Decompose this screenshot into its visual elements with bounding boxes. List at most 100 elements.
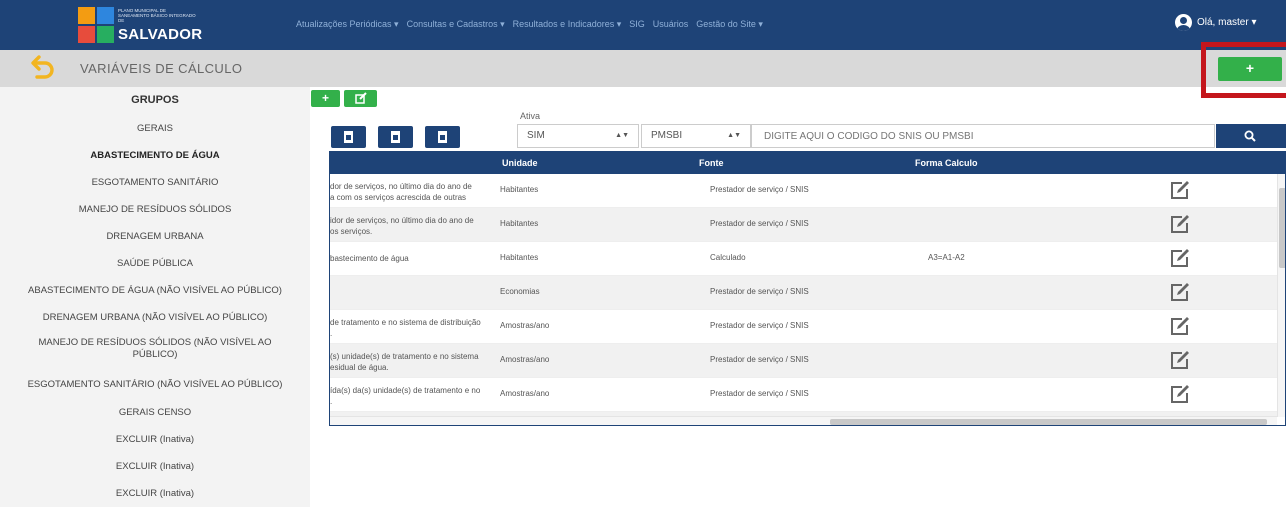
cell-fonte: Prestador de serviço / SNIS <box>710 355 809 364</box>
row-edit-icon[interactable] <box>1169 281 1191 303</box>
menu-gestao[interactable]: Gestão do Site ▾ <box>696 19 763 30</box>
table-row[interactable]: (s) unidade(s) de tratamento e no sistem… <box>330 344 1277 378</box>
cell-description-line: ída(s) da(s) unidade(s) de tratamento e … <box>330 386 481 395</box>
page-title: VARIÁVEIS DE CÁLCULO <box>80 61 243 76</box>
vertical-scroll-thumb[interactable] <box>1279 188 1285 268</box>
main-menu: Atualizações Periódicas ▾ Consultas e Ca… <box>296 19 763 30</box>
logo-subtitle: Plano Municipal de Saneamento Básico Int… <box>118 8 196 23</box>
export-word-button[interactable] <box>331 126 366 148</box>
user-avatar-icon <box>1175 14 1192 31</box>
variables-table: Unidade Fonte Forma Calculo dor de servi… <box>329 151 1286 426</box>
cell-fonte: Prestador de serviço / SNIS <box>710 321 809 330</box>
row-edit-icon[interactable] <box>1169 315 1191 337</box>
column-unidade: Unidade <box>502 158 538 168</box>
table-row[interactable]: bastecimento de água Habitantes Calculado A… <box>330 242 1277 276</box>
row-edit-icon[interactable] <box>1169 179 1191 201</box>
cell-fonte: Prestador de serviço / SNIS <box>710 219 809 228</box>
search-input[interactable] <box>751 124 1215 148</box>
edit-button[interactable] <box>344 90 377 107</box>
cell-unidade: Economias <box>500 287 540 296</box>
cell-fonte: Prestador de serviço / SNIS <box>710 389 809 398</box>
ativa-select[interactable]: SIM ▲▼ <box>517 124 639 148</box>
cell-description-line: de tratamento e no sistema de distribuiç… <box>330 318 481 327</box>
sidebar-item-drenagem[interactable]: DRENAGEM URBANA <box>5 231 305 243</box>
vertical-scrollbar[interactable] <box>1277 174 1285 417</box>
row-edit-icon[interactable] <box>1169 247 1191 269</box>
cell-description: dor de serviços, no último dia do ano de… <box>330 181 500 203</box>
cell-fonte: Calculado <box>710 253 746 262</box>
cell-description-line: a com os serviços acrescida de outras <box>330 193 467 202</box>
sidebar-item-excluir-3[interactable]: EXCLUIR (Inativa) <box>5 488 305 500</box>
menu-sig[interactable]: SIG <box>629 19 645 30</box>
highlight-annotation <box>1201 42 1286 98</box>
cell-description-line: bastecimento de água <box>330 254 409 263</box>
sidebar-item-saude[interactable]: SAÚDE PÚBLICA <box>5 258 305 270</box>
cell-description-line: esidual de água. <box>330 363 389 372</box>
menu-consultas[interactable]: Consultas e Cadastros ▾ <box>407 19 505 30</box>
cell-unidade: Habitantes <box>500 253 539 262</box>
site-logo[interactable]: Plano Municipal de Saneamento Básico Int… <box>78 6 202 44</box>
logo-tile-2 <box>97 7 114 24</box>
cell-unidade: Amostras/ano <box>500 355 550 364</box>
cell-description: de tratamento e no sistema de distribuiç… <box>330 317 500 339</box>
cell-description: ída(s) da(s) unidade(s) de tratamento e … <box>330 385 500 407</box>
cell-description-line: . <box>330 397 333 406</box>
table-row[interactable]: idor de serviços, no último dia do ano d… <box>330 208 1277 242</box>
cell-description-line: os serviços. <box>330 227 373 236</box>
title-bar: VARIÁVEIS DE CÁLCULO <box>0 50 1286 87</box>
user-greeting: Olá, master ▾ <box>1197 17 1257 28</box>
cell-description-line: (s) unidade(s) de tratamento e no sistem… <box>330 352 479 361</box>
select-arrows-icon: ▲▼ <box>727 132 741 139</box>
row-edit-icon[interactable] <box>1169 383 1191 405</box>
logo-title: SALVADOR <box>118 26 203 43</box>
column-fonte: Fonte <box>699 158 724 168</box>
cell-description-line: dor de serviços, no último dia do ano de <box>330 182 472 191</box>
back-arrow-icon[interactable] <box>31 55 55 81</box>
sidebar-item-drenagem-nao-visivel[interactable]: DRENAGEM URBANA (NÃO VISÍVEL AO PÚBLICO) <box>5 312 305 324</box>
cell-description: bastecimento de água <box>330 253 500 264</box>
search-button[interactable] <box>1216 124 1286 148</box>
sidebar-heading: GRUPOS <box>131 94 179 106</box>
table-row[interactable]: Economias Prestador de serviço / SNIS <box>330 276 1277 310</box>
sidebar-item-gerais-censo[interactable]: GERAIS CENSO <box>5 407 305 419</box>
sidebar-item-esgotamento-nao-visivel[interactable]: ESGOTAMENTO SANITÁRIO (NÃO VISÍVEL AO PÚ… <box>5 379 305 391</box>
logo-tiles-icon <box>78 7 114 43</box>
cell-unidade: Habitantes <box>500 219 539 228</box>
logo-tile-1 <box>78 7 95 24</box>
cell-fonte: Prestador de serviço / SNIS <box>710 185 809 194</box>
sidebar-item-excluir-1[interactable]: EXCLUIR (Inativa) <box>5 434 305 446</box>
logo-tile-4 <box>97 26 114 43</box>
table-header: Unidade Fonte Forma Calculo <box>330 152 1285 174</box>
cell-unidade: Habitantes <box>500 185 539 194</box>
sidebar-item-residuos[interactable]: MANEJO DE RESÍDUOS SÓLIDOS <box>5 204 305 216</box>
menu-usuarios[interactable]: Usuários <box>653 19 689 30</box>
top-navbar: Plano Municipal de Saneamento Básico Int… <box>0 0 1286 50</box>
export-pdf-button[interactable] <box>378 126 413 148</box>
sidebar-item-excluir-2[interactable]: EXCLUIR (Inativa) <box>5 461 305 473</box>
user-menu[interactable]: Olá, master ▾ <box>1175 14 1256 31</box>
sidebar-item-esgotamento[interactable]: ESGOTAMENTO SANITÁRIO <box>5 177 305 189</box>
row-edit-icon[interactable] <box>1169 213 1191 235</box>
edit-icon <box>354 92 367 104</box>
cell-fonte: Prestador de serviço / SNIS <box>710 287 809 296</box>
sidebar-item-abastecimento-nao-visivel[interactable]: ABASTECIMENTO DE ÁGUA (NÃO VISÍVEL AO PÚ… <box>5 285 305 297</box>
sidebar-item-gerais[interactable]: GERAIS <box>5 123 305 135</box>
cell-description: (s) unidade(s) de tratamento e no sistem… <box>330 351 500 373</box>
cell-forma-calculo: A3=A1-A2 <box>928 253 965 262</box>
sidebar-item-residuos-nao-visivel[interactable]: MANEJO DE RESÍDUOS SÓLIDOS (NÃO VISÍVEL … <box>20 337 290 361</box>
source-selected-value: PMSBI <box>651 130 683 141</box>
table-row[interactable]: ída(s) da(s) unidade(s) de tratamento e … <box>330 378 1277 412</box>
menu-resultados[interactable]: Resultados e Indicadores ▾ <box>513 19 622 30</box>
source-select[interactable]: PMSBI ▲▼ <box>641 124 751 148</box>
horizontal-scrollbar[interactable] <box>330 416 1277 425</box>
search-icon <box>1244 130 1256 142</box>
export-excel-button[interactable] <box>425 126 460 148</box>
row-edit-icon[interactable] <box>1169 349 1191 371</box>
sidebar-item-abastecimento[interactable]: ABASTECIMENTO DE ÁGUA <box>5 150 305 162</box>
menu-atualizacoes[interactable]: Atualizações Periódicas ▾ <box>296 19 399 30</box>
horizontal-scroll-thumb[interactable] <box>830 419 1267 425</box>
select-arrows-icon: ▲▼ <box>615 132 629 139</box>
add-button[interactable]: + <box>311 90 340 107</box>
table-row[interactable]: de tratamento e no sistema de distribuiç… <box>330 310 1277 344</box>
table-row[interactable]: dor de serviços, no último dia do ano de… <box>330 174 1277 208</box>
